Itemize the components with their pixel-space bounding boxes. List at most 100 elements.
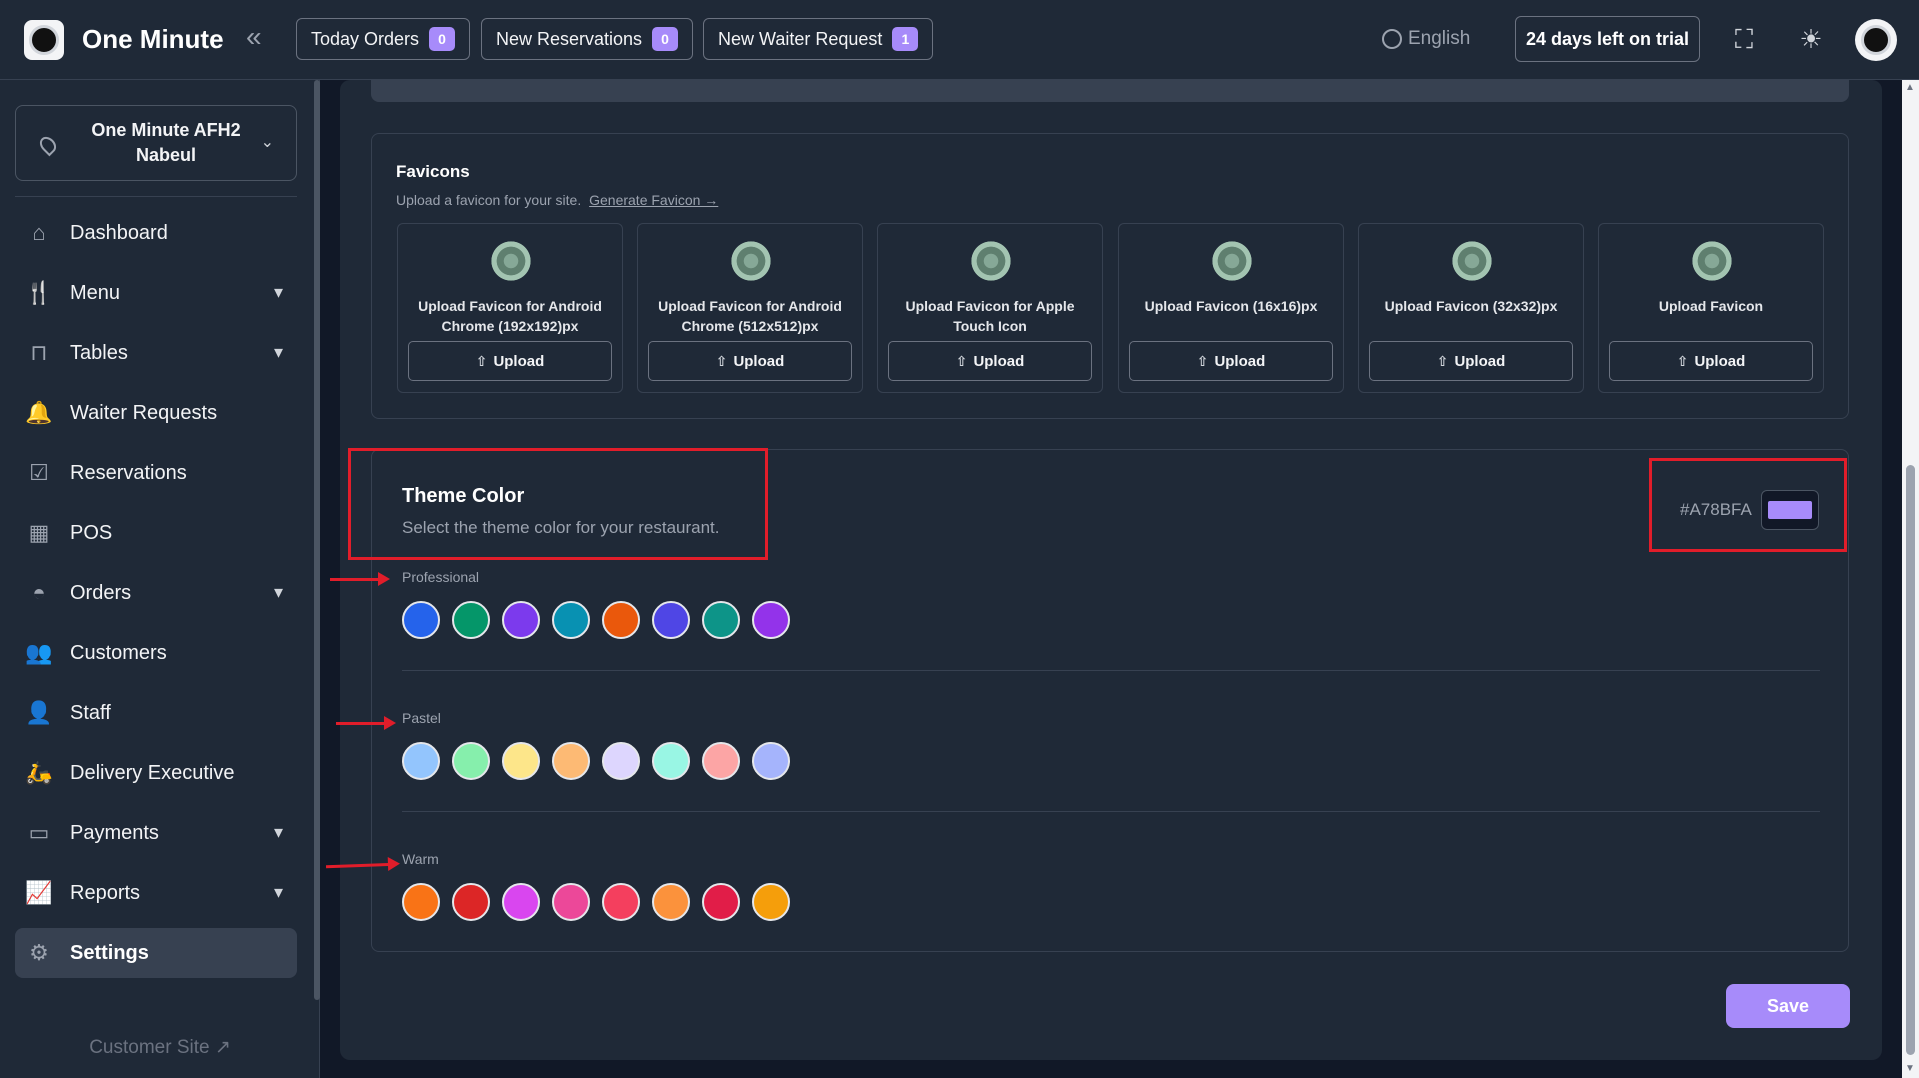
upload-icon: ⇧: [715, 352, 728, 369]
sidebar-item-pos[interactable]: ▦ POS: [15, 508, 297, 558]
color-swatch[interactable]: [752, 601, 790, 639]
color-swatch[interactable]: [702, 601, 740, 639]
color-swatch[interactable]: [702, 883, 740, 921]
upload-label: Upload: [733, 352, 785, 370]
new-waiter-request-button[interactable]: New Waiter Request 1: [703, 18, 934, 60]
color-swatch[interactable]: [602, 883, 640, 921]
branch-selector[interactable]: One Minute AFH2 Nabeul ⌄: [15, 105, 297, 181]
generate-favicon-link[interactable]: Generate Favicon →: [589, 192, 718, 208]
sidebar-scrollbar[interactable]: [314, 80, 320, 1000]
color-swatch[interactable]: [652, 601, 690, 639]
upload-button[interactable]: ⇧ Upload: [408, 341, 612, 381]
favicon-upload-label: Upload Favicon for Android Chrome (512x5…: [658, 298, 842, 334]
color-swatch[interactable]: [452, 742, 490, 780]
sidebar-item-tables[interactable]: ⊓ Tables ▾: [15, 328, 297, 378]
palette-warm: [402, 883, 802, 921]
color-swatch[interactable]: [502, 883, 540, 921]
today-orders-button[interactable]: Today Orders 0: [296, 18, 471, 60]
sidebar-item-label: Reports: [70, 881, 141, 904]
color-swatch[interactable]: [652, 883, 690, 921]
sidebar-item-waiter-requests[interactable]: 🔔 Waiter Requests: [15, 388, 297, 438]
upload-label: Upload: [973, 352, 1025, 370]
color-swatch[interactable]: [402, 601, 440, 639]
sidebar-item-reports[interactable]: 📈 Reports ▾: [15, 868, 297, 918]
chevron-down-icon: ▾: [273, 822, 283, 842]
trial-button[interactable]: 24 days left on trial: [1515, 16, 1700, 62]
sidebar-item-label: Orders: [70, 581, 132, 604]
favicon-upload-default: Upload Favicon ⇧ Upload: [1598, 223, 1824, 393]
upload-button[interactable]: ⇧ Upload: [888, 341, 1092, 381]
upload-label: Upload: [1454, 352, 1506, 370]
favicon-preview-icon: [966, 236, 1016, 286]
sun-icon[interactable]: ☀: [1795, 24, 1827, 56]
fullscreen-icon[interactable]: ⛶: [1728, 24, 1760, 56]
sidebar-item-dashboard[interactable]: ⌂ Dashboard: [15, 208, 297, 258]
color-swatch[interactable]: [752, 883, 790, 921]
branch-name: One Minute AFH2 Nabeul: [91, 120, 241, 165]
customer-site-link[interactable]: Customer Site ↗: [0, 1036, 320, 1059]
app-title: One Minute: [82, 24, 224, 54]
color-swatch[interactable]: [552, 601, 590, 639]
color-swatch[interactable]: [452, 601, 490, 639]
color-swatch[interactable]: [652, 742, 690, 780]
color-swatch[interactable]: [402, 742, 440, 780]
favicon-upload-16: Upload Favicon (16x16)px ⇧ Upload: [1118, 223, 1344, 393]
avatar[interactable]: [1855, 19, 1897, 61]
upload-button[interactable]: ⇧ Upload: [1609, 341, 1813, 381]
divider: [402, 811, 1820, 812]
color-swatch[interactable]: [502, 601, 540, 639]
color-swatch[interactable]: [602, 742, 640, 780]
bell-icon: 🔔: [25, 400, 53, 425]
color-swatch[interactable]: [552, 883, 590, 921]
sidebar-item-label: Staff: [70, 701, 111, 724]
globe-icon: [1382, 29, 1402, 49]
color-swatch[interactable]: [402, 883, 440, 921]
sidebar-item-label: Menu: [70, 281, 121, 304]
color-swatch[interactable]: [502, 742, 540, 780]
home-icon: ⌂: [32, 220, 46, 245]
customer-site-label: Customer Site: [89, 1037, 210, 1058]
upload-label: Upload: [1694, 352, 1746, 370]
sidebar-item-settings[interactable]: ⚙ Settings: [15, 928, 297, 978]
collapse-sidebar-icon[interactable]: «: [246, 23, 276, 54]
today-orders-count: 0: [429, 27, 456, 51]
sidebar-item-orders[interactable]: ◓ Orders ▾: [15, 568, 297, 618]
chevron-down-icon: ▾: [273, 882, 283, 902]
upload-button[interactable]: ⇧ Upload: [1129, 341, 1333, 381]
favicon-upload-label: Upload Favicon for Apple Touch Icon: [905, 298, 1075, 334]
save-button[interactable]: Save: [1726, 984, 1850, 1028]
table-icon: ⊓: [30, 340, 48, 365]
sidebar-item-label: Reservations: [70, 461, 187, 484]
sidebar-item-payments[interactable]: ▭ Payments ▾: [15, 808, 297, 858]
upload-button[interactable]: ⇧ Upload: [1369, 341, 1573, 381]
today-orders-label: Today Orders: [311, 28, 420, 49]
sidebar-item-customers[interactable]: 👥 Customers: [15, 628, 297, 678]
scroll-up-icon[interactable]: ▲: [1905, 82, 1915, 93]
upload-button[interactable]: ⇧ Upload: [648, 341, 852, 381]
color-swatch[interactable]: [602, 601, 640, 639]
sidebar-item-staff[interactable]: 👤 Staff: [15, 688, 297, 738]
color-swatch[interactable]: [552, 742, 590, 780]
color-swatch[interactable]: [702, 742, 740, 780]
external-link-icon: ↗: [214, 1037, 231, 1058]
scrollbar-thumb[interactable]: [1906, 465, 1915, 1055]
annotation-box: [348, 448, 768, 560]
language-selector[interactable]: English: [1382, 28, 1470, 50]
new-reservations-count: 0: [652, 27, 679, 51]
color-swatch[interactable]: [752, 742, 790, 780]
sidebar-item-reservations[interactable]: ☑ Reservations: [15, 448, 297, 498]
new-reservations-button[interactable]: New Reservations 0: [481, 18, 694, 60]
favicon-upload-android-512: Upload Favicon for Android Chrome (512x5…: [637, 223, 863, 393]
favicons-subtitle: Upload a favicon for your site. Generate…: [396, 192, 718, 208]
page-scrollbar[interactable]: ▲ ▼: [1902, 80, 1919, 1078]
sidebar-item-label: POS: [70, 521, 113, 544]
chart-icon: 📈: [25, 880, 53, 905]
new-waiter-request-label: New Waiter Request: [718, 28, 883, 49]
upload-label: Upload: [493, 352, 545, 370]
sidebar-item-menu[interactable]: 🍴 Menu ▾: [15, 268, 297, 318]
color-swatch[interactable]: [452, 883, 490, 921]
sidebar: One Minute AFH2 Nabeul ⌄ ⌂ Dashboard 🍴 M…: [0, 80, 320, 1078]
sidebar-item-label: Tables: [70, 341, 128, 364]
scroll-down-icon[interactable]: ▼: [1905, 1063, 1915, 1074]
sidebar-item-delivery-executive[interactable]: 🛵 Delivery Executive: [15, 748, 297, 798]
